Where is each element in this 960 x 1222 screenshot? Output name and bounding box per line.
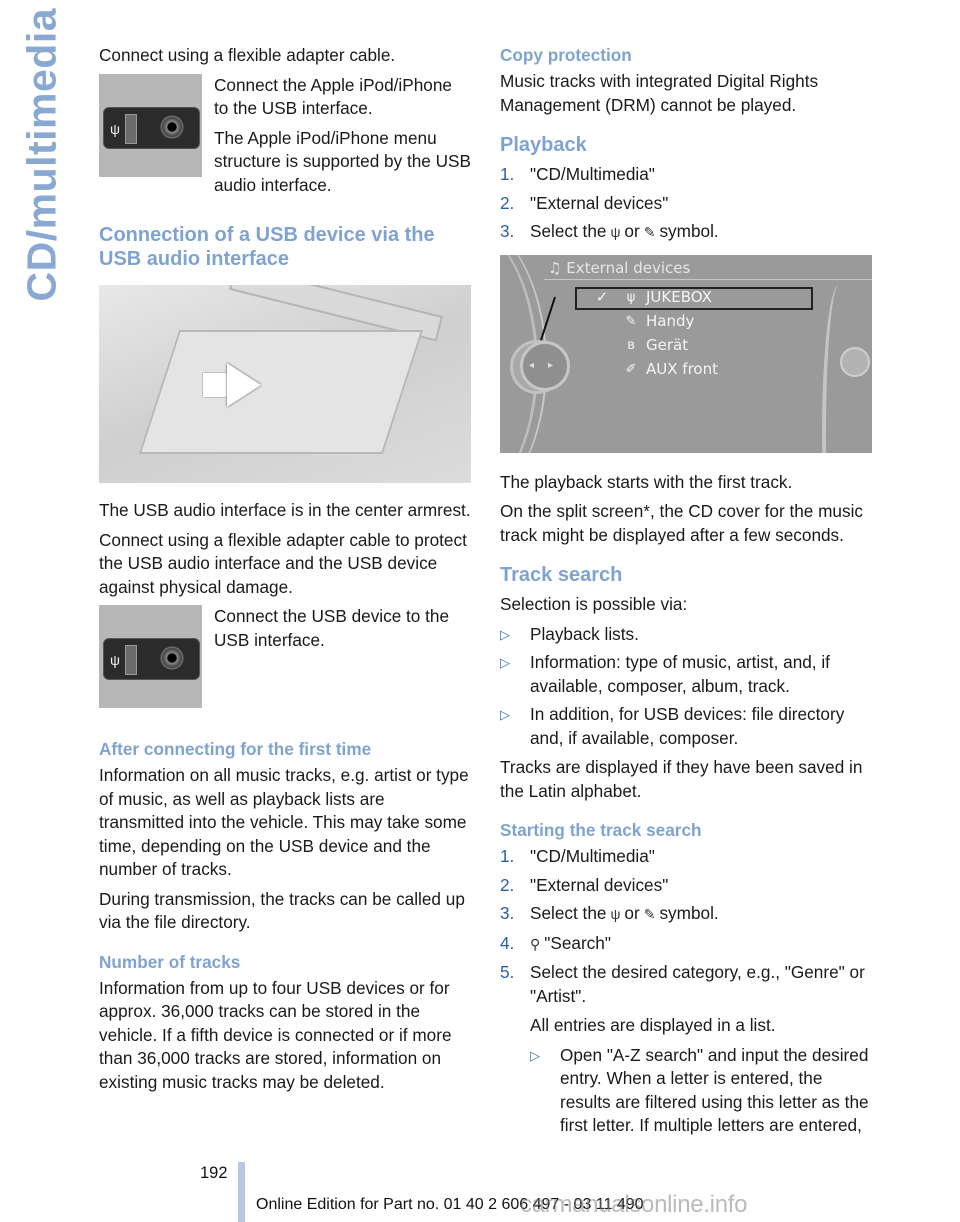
search-steps: 1. "CD/Multimedia" 2. "External devices" 3… bbox=[500, 845, 872, 1138]
usb-connect-block: ψ Connect the USB device to the USB inte… bbox=[99, 605, 471, 708]
usb-slot bbox=[125, 113, 137, 144]
ipod-menu-text: The Apple iPod/iPhone menu structure is … bbox=[214, 127, 471, 195]
list-item: ▷ Information: type of music, artist, and… bbox=[500, 652, 830, 696]
list-item: 4. ⚲ "Search" bbox=[500, 932, 872, 957]
intro-text: Connect using a flexible adapter cable. bbox=[99, 45, 396, 65]
sub-bullets: ▷ Open "A-Z search" and input the desired… bbox=[530, 1044, 872, 1138]
usb-connect-text: Connect the USB device to the USB interf… bbox=[214, 606, 450, 650]
usb-connection-heading: Connection of a USB device via the USB a… bbox=[99, 224, 435, 270]
footer-bar bbox=[238, 1162, 245, 1222]
number-of-tracks-heading: Number of tracks bbox=[99, 951, 241, 972]
list-item: 3. Select the ψ or ✎ symbol. bbox=[500, 220, 872, 245]
usb-icon: ψ bbox=[610, 906, 621, 922]
aux-jack-icon bbox=[160, 646, 184, 670]
list-display-note: All entries are displayed in a list. bbox=[530, 1015, 776, 1035]
adapter-cable-text: Connect using a flexible adapter cable t… bbox=[99, 529, 467, 597]
list-item: 3. Select the ψ or ✎ symbol. bbox=[500, 902, 872, 927]
menu-item-aux-front[interactable]: ✐ AUX front bbox=[588, 358, 718, 382]
ipod-connect-text: Connect the Apple iPod/iPhone to the USB… bbox=[214, 74, 452, 119]
list-item: ▷ Playback lists. bbox=[500, 623, 872, 647]
music-menu-icon: ♫ bbox=[548, 258, 567, 277]
usb-icon: ψ bbox=[610, 224, 621, 240]
number-of-tracks-text: Information from up to four USB devices … bbox=[99, 977, 452, 1092]
list-item: ▷ In addition, for USB devices: file dire… bbox=[500, 704, 845, 748]
usb-slot bbox=[125, 645, 137, 675]
playback-heading: Playback bbox=[500, 134, 587, 156]
usb-aux-port-image: ψ bbox=[99, 73, 202, 177]
phone-cradle-icon: ✎ bbox=[643, 224, 656, 240]
usb-icon: ψ bbox=[110, 120, 120, 137]
left-right-arrows-icon: ◂▸ bbox=[529, 359, 568, 371]
list-item: 5. Select the desired category, e.g., "Ge… bbox=[500, 961, 872, 1138]
phone-cradle-icon: ✎ bbox=[643, 906, 656, 922]
armrest-location-text: The USB audio interface is in the center… bbox=[99, 500, 471, 520]
first-time-text: Information on all music tracks, e.g. ar… bbox=[99, 765, 469, 879]
list-item: 1. "CD/Multimedia" bbox=[500, 846, 655, 866]
track-search-heading: Track search bbox=[500, 564, 623, 586]
menu-item-handy[interactable]: ✎ Handy bbox=[588, 310, 695, 334]
split-screen-text: On the split screen*, the CD cover for t… bbox=[500, 501, 863, 545]
aux-plug-icon: ✐ bbox=[625, 361, 637, 377]
checkmark-icon: ✓ bbox=[595, 287, 609, 306]
starting-search-heading: Starting the track search bbox=[500, 820, 702, 840]
screen-title: ♫ External devices bbox=[548, 258, 691, 277]
list-item: 2. "External devices" bbox=[500, 192, 669, 213]
left-column: Connect using a flexible adapter cable. … bbox=[99, 44, 471, 1100]
triangle-bullet-icon: ▷ bbox=[530, 1047, 540, 1063]
playback-start-text: The playback starts with the first track… bbox=[500, 471, 793, 492]
copy-protection-text: Music tracks with integrated Digital Rig… bbox=[500, 71, 819, 115]
usb-icon: ψ bbox=[626, 289, 636, 305]
usb-icon: ψ bbox=[110, 652, 120, 668]
menu-item-jukebox[interactable]: ✓ ψ JUKEBOX bbox=[588, 286, 712, 310]
phone-cradle-icon: ✎ bbox=[625, 313, 637, 329]
list-item: 2. "External devices" bbox=[500, 874, 669, 895]
menu-item-geraet[interactable]: ʙ Gerät bbox=[588, 334, 688, 358]
selection-options: ▷ Playback lists. ▷ Information: type of m… bbox=[500, 623, 872, 751]
triangle-bullet-icon: ▷ bbox=[500, 655, 510, 670]
page-number: 192 bbox=[200, 1164, 228, 1182]
playback-steps: 1. "CD/Multimedia" 2. "External devices" 3… bbox=[500, 163, 872, 245]
center-armrest-photo bbox=[99, 285, 471, 483]
right-column: Copy protection Music tracks with integr… bbox=[500, 44, 872, 1144]
ipod-connect-block: ψ Connect the Apple iPod/iPhone to the U… bbox=[99, 73, 471, 204]
triangle-bullet-icon: ▷ bbox=[500, 707, 510, 722]
latin-alphabet-note: Tracks are displayed if they have been s… bbox=[500, 757, 863, 801]
transmission-text: During transmission, the tracks can be c… bbox=[99, 888, 465, 933]
arrow-icon bbox=[227, 363, 261, 407]
search-icon: ⚲ bbox=[530, 935, 541, 952]
usb-aux-port-image: ψ bbox=[99, 605, 202, 708]
chapter-side-tab: CD/multimedia bbox=[8, 0, 65, 340]
bluetooth-icon: ʙ bbox=[627, 337, 635, 353]
list-item: ▷ Open "A-Z search" and input the desired… bbox=[530, 1044, 869, 1136]
triangle-bullet-icon: ▷ bbox=[500, 626, 510, 642]
watermark: carmanualsonline.info bbox=[520, 1191, 748, 1218]
selection-intro: Selection is possible via: bbox=[500, 594, 688, 614]
copy-protection-heading: Copy protection bbox=[500, 45, 632, 65]
list-item: 1. "CD/Multimedia" bbox=[500, 164, 655, 184]
idrive-screen-external-devices: ♫ External devices ◂▸ ✓ ψ JUKEBOX ✎ Hand… bbox=[500, 254, 872, 453]
first-time-heading: After connecting for the first time bbox=[99, 739, 372, 759]
aux-jack-icon bbox=[160, 114, 184, 139]
chapter-title: CD/multimedia bbox=[18, 7, 65, 302]
